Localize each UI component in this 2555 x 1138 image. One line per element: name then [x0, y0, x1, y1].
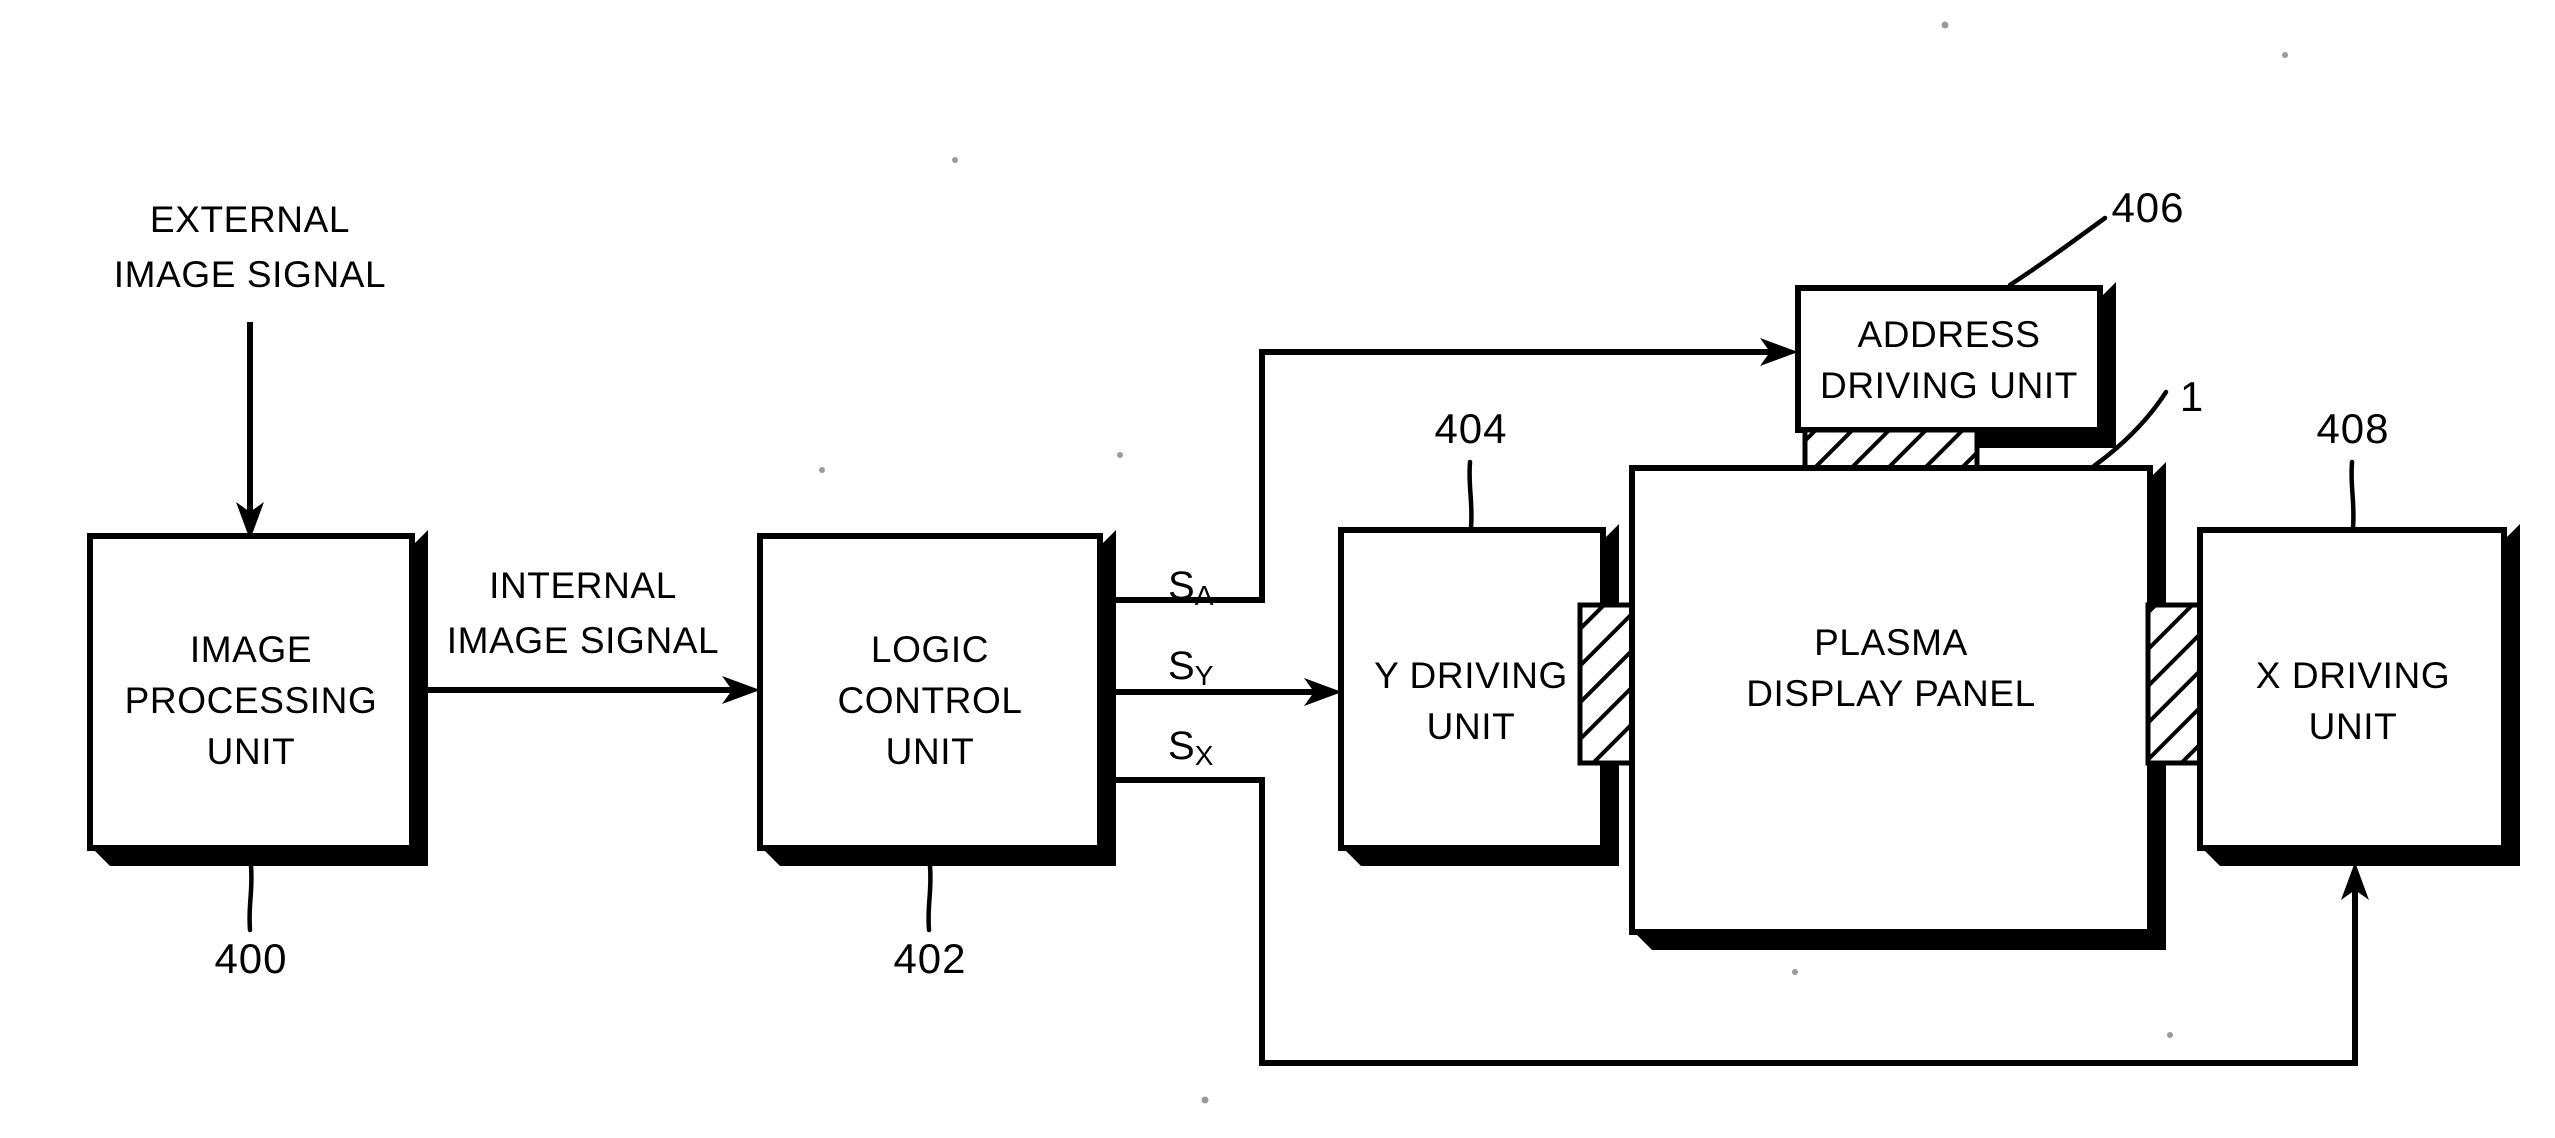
signal-path-sy [1100, 678, 1342, 706]
address-driving-unit-label-line1: ADDRESS [1857, 314, 2040, 355]
image-processing-unit-label-line3: UNIT [207, 731, 296, 772]
connector-hatch-left [1577, 602, 1637, 766]
logic-control-unit-label-line3: UNIT [886, 731, 975, 772]
block-diagram-canvas: EXTERNAL IMAGE SIGNAL IMAGE PROCESSING U… [87, 21, 2520, 1104]
signal-label-sx: SX [1168, 724, 1214, 772]
plasma-display-panel-label-line2: DISPLAY PANEL [1746, 673, 2036, 714]
ref-leader-404: 404 [1434, 405, 1507, 531]
internal-image-signal-label-line2: IMAGE SIGNAL [447, 620, 719, 661]
block-y-driving-unit[interactable]: Y DRIVING UNIT [1338, 524, 1619, 866]
logic-control-unit-label-line1: LOGIC [871, 629, 989, 670]
y-driving-unit-label-line2: UNIT [1427, 706, 1516, 747]
reference-numeral-408: 408 [2316, 405, 2389, 452]
connector-hatch-top [1802, 427, 1980, 473]
logic-control-unit-label-line2: CONTROL [837, 680, 1022, 721]
reference-numeral-1: 1 [2180, 373, 2204, 420]
reference-numeral-404: 404 [1434, 405, 1507, 452]
address-driving-unit-label-line2: DRIVING UNIT [1820, 365, 2078, 406]
block-x-driving-unit[interactable]: X DRIVING UNIT [2197, 524, 2520, 866]
image-processing-unit-label-line1: IMAGE [190, 629, 312, 670]
block-address-driving-unit[interactable]: ADDRESS DRIVING UNIT [1795, 282, 2116, 448]
reference-numeral-406: 406 [2111, 184, 2184, 231]
x-driving-unit-label-line1: X DRIVING [2256, 655, 2451, 696]
ref-leader-402: 402 [893, 863, 966, 982]
external-image-signal-label-line1: EXTERNAL [150, 199, 350, 240]
block-logic-control-unit[interactable]: LOGIC CONTROL UNIT [757, 530, 1116, 866]
external-signal-arrow [236, 322, 264, 540]
ref-leader-400: 400 [214, 863, 287, 982]
signal-label-sy: SY [1168, 644, 1214, 692]
internal-image-signal-label-line1: INTERNAL [489, 565, 677, 606]
signal-label-sa: SA [1168, 564, 1214, 612]
reference-numeral-402: 402 [893, 935, 966, 982]
block-image-processing-unit[interactable]: IMAGE PROCESSING UNIT [87, 530, 428, 866]
connector-hatch-right [2145, 602, 2205, 766]
external-image-signal-label-line2: IMAGE SIGNAL [114, 254, 386, 295]
reference-numeral-400: 400 [214, 935, 287, 982]
x-driving-unit-label-line2: UNIT [2309, 706, 2398, 747]
image-processing-unit-label-line2: PROCESSING [125, 680, 378, 721]
internal-signal-arrow [412, 676, 760, 704]
ref-leader-406: 406 [2007, 184, 2184, 288]
patent-figure: EXTERNAL IMAGE SIGNAL IMAGE PROCESSING U… [0, 0, 2555, 1138]
plasma-display-panel-label-line1: PLASMA [1814, 622, 1968, 663]
y-driving-unit-label-line1: Y DRIVING [1374, 655, 1568, 696]
block-plasma-display-panel[interactable]: PLASMA DISPLAY PANEL [1629, 462, 2166, 950]
ref-leader-408: 408 [2316, 405, 2389, 531]
